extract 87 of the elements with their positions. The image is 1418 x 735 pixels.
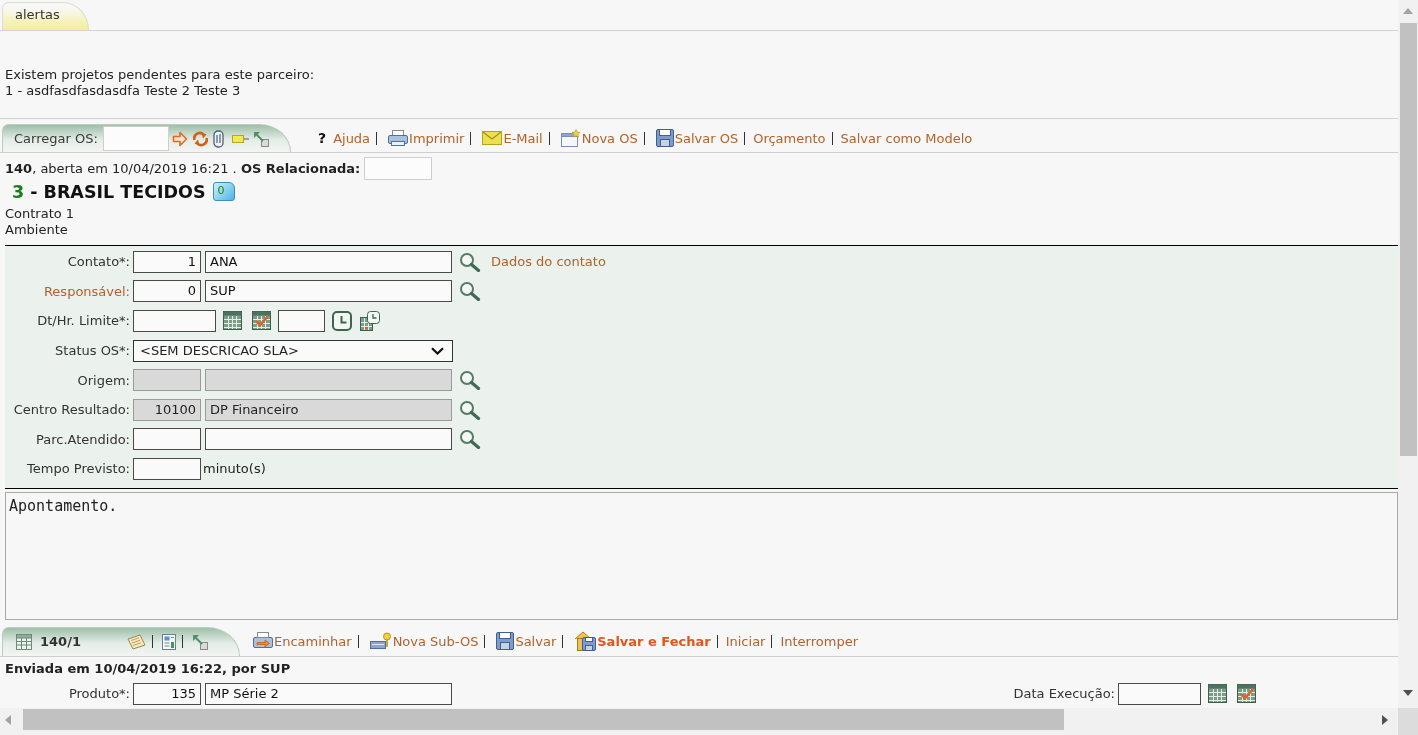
toolbar-link[interactable]: E-Mail	[479, 130, 543, 146]
alerts-tab[interactable]: alertas	[2, 2, 89, 30]
toolbar-link[interactable]: Imprimir	[385, 130, 465, 146]
time-field[interactable]	[278, 310, 325, 332]
search-icon[interactable]	[459, 429, 481, 450]
field-label: Tempo Previsto:	[26, 461, 130, 477]
arrow-right-icon[interactable]	[171, 130, 188, 147]
field-label: Parc.Atendido:	[35, 431, 130, 447]
field-label: Produto*:	[67, 686, 130, 702]
table-icon	[16, 633, 32, 650]
field-label: Origem:	[76, 372, 130, 388]
field-label: Dt/Hr. Limite*:	[36, 313, 130, 329]
question-mark-icon[interactable]: ?	[318, 130, 327, 146]
unit-label: minuto(s)	[203, 461, 266, 477]
name-field[interactable]: MP Série 2	[205, 682, 452, 705]
name-field[interactable]: SUP	[205, 280, 452, 303]
date-field[interactable]	[1118, 682, 1201, 705]
code-field[interactable]: 135	[133, 682, 201, 705]
scrollbar-thumb[interactable]	[1399, 23, 1417, 456]
partner-code: 3	[12, 181, 25, 202]
toolbar-link[interactable]: Orçamento	[753, 130, 826, 146]
new-window-icon[interactable]	[560, 129, 581, 147]
scroll-right-icon[interactable]	[1382, 715, 1388, 725]
status-select[interactable]: <SEM DESCRICAO SLA>	[133, 339, 453, 362]
load-label: Carregar OS:	[14, 131, 98, 146]
horizontal-scrollbar[interactable]	[0, 708, 1398, 735]
field-label: Data Execução:	[1013, 686, 1115, 702]
arrow-square-icon[interactable]	[252, 130, 269, 147]
document-icon[interactable]	[161, 633, 176, 650]
field-label: Centro Resultado:	[12, 402, 130, 418]
printer-icon[interactable]	[388, 130, 409, 146]
scrollbar-thumb[interactable]	[23, 709, 1064, 730]
code-field[interactable]: 1	[133, 250, 201, 273]
printer-arrow-icon[interactable]	[253, 632, 273, 651]
notes-counter[interactable]: 0	[212, 182, 235, 201]
note-icon[interactable]	[126, 633, 146, 650]
envelope-icon[interactable]	[482, 131, 503, 145]
vertical-scrollbar[interactable]	[1398, 0, 1418, 708]
search-icon[interactable]	[459, 281, 481, 302]
refresh-icon[interactable]	[191, 130, 209, 147]
toolbar-link[interactable]: ? Ajuda	[316, 130, 371, 146]
toolbar-link[interactable]: Encaminhar	[250, 632, 352, 651]
search-icon[interactable]	[459, 251, 481, 272]
arrow-square-icon[interactable]	[191, 633, 208, 650]
search-icon[interactable]	[459, 399, 481, 420]
scroll-down-icon[interactable]	[1403, 690, 1413, 696]
field-label: Status OS*:	[54, 343, 130, 359]
alert-message: Existem projetos pendentes para este parceiro:	[5, 67, 315, 83]
detail-text: Contrato 1	[5, 206, 75, 222]
house-floppy-icon[interactable]	[574, 631, 597, 652]
code-field[interactable]: 0	[133, 280, 201, 303]
sent-info: Enviada em 10/04/2019 16:22, por SUP	[5, 660, 291, 676]
toolbar-link[interactable]: Interromper	[780, 633, 858, 649]
field-label-link[interactable]: Responsável:	[5, 283, 130, 299]
name-field[interactable]	[205, 428, 452, 451]
notes-textarea[interactable]: Apontamento.	[5, 491, 1398, 620]
toolbar-link[interactable]: Salvar e Fechar	[571, 631, 711, 652]
alert-item: 1 - asdfasdfasdasdfa Teste 2 Teste 3	[5, 83, 241, 99]
search-icon[interactable]	[459, 370, 481, 391]
toolbar-link[interactable]: Iniciar	[725, 633, 766, 649]
partner-name: - BRASIL TECIDOS	[30, 181, 206, 202]
toolbar-link[interactable]: Nova Sub-OS	[366, 632, 479, 651]
calendar-check-icon[interactable]	[252, 311, 271, 331]
code-field[interactable]	[133, 428, 201, 451]
calendar-clock-icon[interactable]	[360, 311, 380, 331]
toolbar-link[interactable]: Salvar	[493, 632, 557, 651]
detail-text: Ambiente	[5, 222, 68, 238]
calendar-check-icon[interactable]	[1237, 684, 1256, 704]
toolbar-link[interactable]: Salvar como Modelo	[840, 130, 973, 146]
contact-details-link[interactable]: Dados do contato	[491, 254, 606, 270]
toolbar-link[interactable]: Salvar OS	[652, 129, 739, 147]
scrollbar-corner	[1398, 708, 1418, 735]
sub-os-title: 140/1	[40, 634, 81, 650]
toolbar-link[interactable]: Nova OS	[557, 129, 638, 147]
field-label: Contato*:	[66, 254, 130, 270]
chevron-down-icon[interactable]	[431, 346, 444, 355]
paperclip-icon[interactable]	[212, 129, 224, 148]
clock-icon[interactable]	[332, 311, 352, 331]
date-field[interactable]	[133, 310, 216, 332]
duration-field[interactable]	[133, 457, 201, 480]
calendar-icon[interactable]	[223, 311, 242, 331]
related-os-field[interactable]	[364, 156, 433, 180]
tray-pin-icon[interactable]	[369, 632, 392, 651]
os-summary: 140, aberta em 10/04/2019 16:21 . OS Relacionada:	[5, 160, 361, 176]
calendar-icon[interactable]	[1208, 684, 1227, 704]
load-field[interactable]	[102, 126, 169, 151]
name-field[interactable]: ANA	[205, 250, 452, 273]
